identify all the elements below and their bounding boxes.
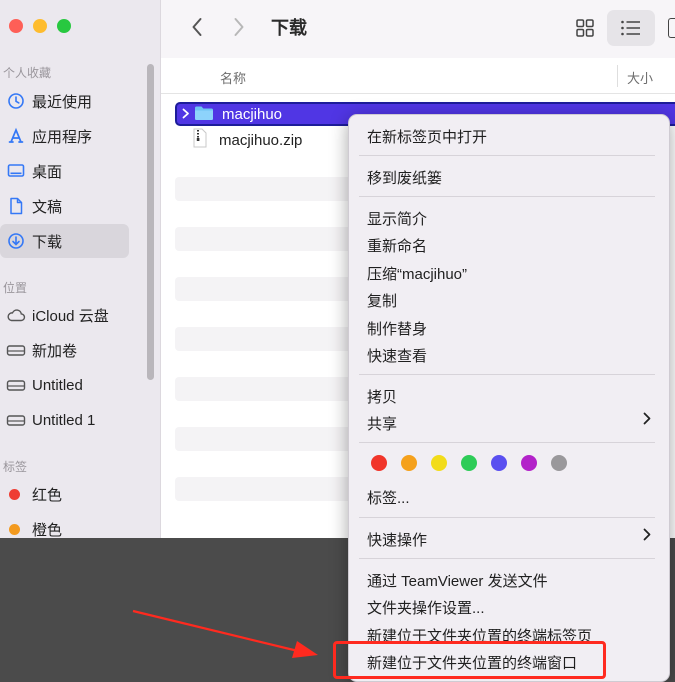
arrow-icon (132, 609, 318, 658)
